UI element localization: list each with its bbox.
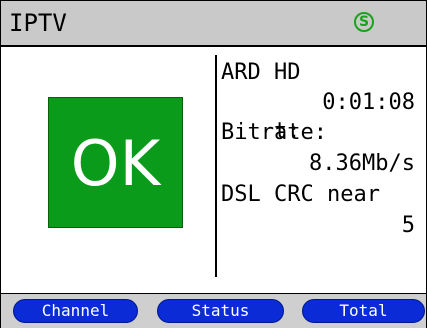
time-value: 0:01:08 (322, 90, 415, 115)
dsl-crc-value: 5 (401, 213, 415, 238)
dsl-crc-label: DSL CRC near (221, 182, 380, 207)
status-softkey[interactable]: Status (157, 299, 284, 323)
bitrate-label: Bitrate: (221, 120, 327, 145)
sync-status-icon: S (354, 12, 374, 32)
title-bar: IPTV S (1, 1, 426, 47)
bitrate-value: 8.36Mb/s (309, 151, 415, 176)
total-softkey[interactable]: Total (302, 299, 425, 323)
softkey-bar: Channel Status Total (1, 293, 426, 328)
channel-softkey[interactable]: Channel (13, 299, 138, 323)
page-title: IPTV (9, 9, 67, 37)
channel-name: ARD HD (221, 60, 301, 85)
vertical-divider (215, 55, 217, 277)
iptv-screen: IPTV S OK ARD HD t: 0:01:08 Bitrate: 8.3… (0, 0, 427, 328)
ok-status-indicator: OK (48, 97, 183, 228)
